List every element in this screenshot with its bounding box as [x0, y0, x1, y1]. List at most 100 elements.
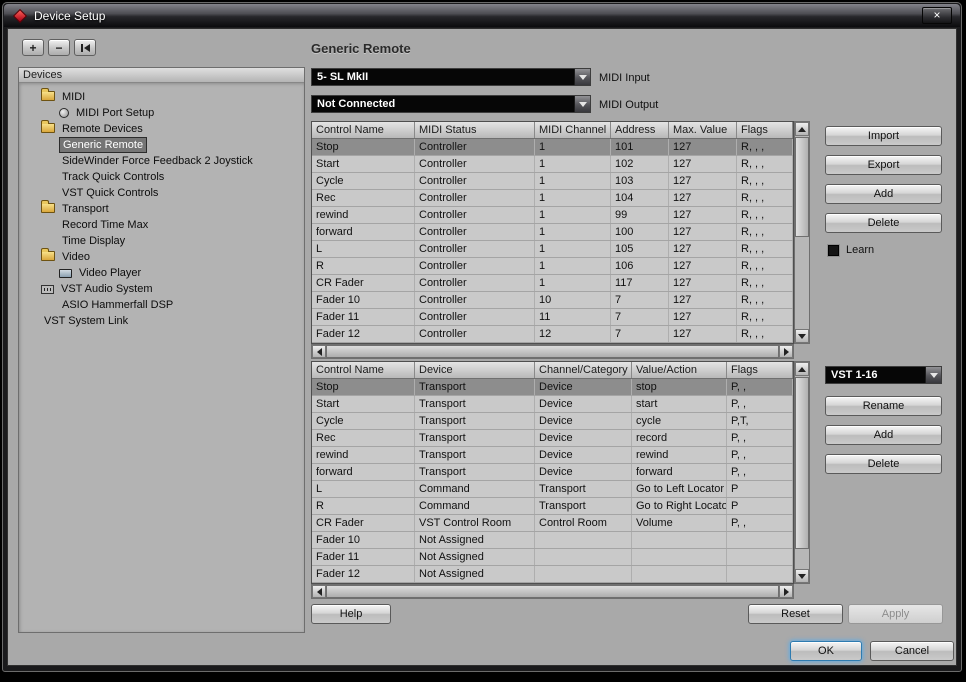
midi-output-select[interactable]: Not Connected — [311, 95, 591, 113]
chevron-down-icon[interactable] — [574, 96, 590, 112]
reset-button[interactable]: Reset — [748, 604, 843, 624]
lower-table-header: Control Name Device Channel/Category Value/… — [312, 362, 793, 379]
close-button[interactable]: × — [922, 7, 952, 24]
table-cell: Stop — [312, 379, 415, 395]
scroll-thumb[interactable] — [795, 137, 809, 237]
tree-item-track-quick-controls[interactable]: Track Quick Controls — [19, 169, 304, 185]
table-row[interactable]: L Command Transport Go to Left Locator P — [312, 481, 793, 498]
table-cell: Transport — [415, 413, 535, 429]
table-row[interactable]: Fader 12 Controller 12 7 127 R, , , — [312, 326, 793, 343]
delete-button-lower[interactable]: Delete — [825, 454, 942, 474]
tree-item-sidewinder-force-feedback-2-joystick[interactable]: SideWinder Force Feedback 2 Joystick — [19, 153, 304, 169]
table-row[interactable]: Stop Controller 1 101 127 R, , , — [312, 139, 793, 156]
reset-to-start-button[interactable] — [74, 39, 96, 56]
table-cell: R, , , — [737, 275, 793, 291]
delete-button-upper[interactable]: Delete — [825, 213, 942, 233]
tree-item-video-player[interactable]: Video Player — [19, 265, 304, 281]
tree-item-remote-devices[interactable]: Remote Devices — [19, 120, 304, 137]
scroll-right-button[interactable] — [779, 345, 793, 358]
tree-item-asio-hammerfall-dsp[interactable]: ASIO Hammerfall DSP — [19, 297, 304, 313]
scroll-down-button[interactable] — [795, 569, 809, 583]
tree-item-video[interactable]: Video — [19, 248, 304, 265]
tree-item-transport[interactable]: Transport — [19, 200, 304, 217]
add-device-button[interactable]: + — [22, 39, 44, 56]
table-cell: Fader 10 — [312, 292, 415, 308]
scroll-down-button[interactable] — [795, 329, 809, 343]
table-cell: start — [632, 396, 727, 412]
scroll-up-button[interactable] — [795, 122, 809, 136]
learn-checkbox[interactable] — [828, 244, 839, 256]
table-row[interactable]: Fader 10 Not Assigned — [312, 532, 793, 549]
scroll-up-button[interactable] — [795, 362, 809, 376]
upper-table-hscrollbar[interactable] — [311, 344, 794, 359]
tree-item-midi-port-setup[interactable]: MIDI Port Setup — [19, 105, 304, 121]
window-title: Device Setup — [34, 8, 106, 23]
table-row[interactable]: forward Controller 1 100 127 R, , , — [312, 224, 793, 241]
table-row[interactable]: Fader 10 Controller 10 7 127 R, , , — [312, 292, 793, 309]
table-cell: Controller — [415, 207, 535, 223]
chevron-down-icon[interactable] — [925, 367, 941, 383]
table-row[interactable]: Start Controller 1 102 127 R, , , — [312, 156, 793, 173]
column-header: Max. Value — [669, 122, 737, 138]
table-row[interactable]: CR Fader VST Control Room Control Room Volu… — [312, 515, 793, 532]
tree-item-vst-audio-system[interactable]: VST Audio System — [19, 281, 304, 297]
lower-table-hscrollbar[interactable] — [311, 584, 794, 599]
tree-item-record-time-max[interactable]: Record Time Max — [19, 217, 304, 233]
scroll-right-button[interactable] — [779, 585, 793, 598]
table-row[interactable]: R Controller 1 106 127 R, , , — [312, 258, 793, 275]
ok-button[interactable]: OK — [790, 641, 862, 661]
dialog-content: + − Devices MIDI MIDI Port Setup Remote De… — [7, 28, 957, 666]
table-row[interactable]: Fader 12 Not Assigned — [312, 566, 793, 583]
tree-item-time-display[interactable]: Time Display — [19, 233, 304, 249]
table-cell: 100 — [611, 224, 669, 240]
table-row[interactable]: Cycle Controller 1 103 127 R, , , — [312, 173, 793, 190]
titlebar[interactable]: Device Setup × — [4, 4, 960, 27]
devices-tree[interactable]: MIDI MIDI Port Setup Remote Devices Generic… — [19, 83, 304, 632]
assignment-table: Control Name Device Channel/Category Value/… — [311, 361, 794, 584]
rename-button[interactable]: Rename — [825, 396, 942, 416]
table-row[interactable]: Fader 11 Not Assigned — [312, 549, 793, 566]
tree-item-vst-quick-controls[interactable]: VST Quick Controls — [19, 185, 304, 201]
table-row[interactable]: rewind Controller 1 99 127 R, , , — [312, 207, 793, 224]
remove-device-button[interactable]: − — [48, 39, 70, 56]
add-button-lower[interactable]: Add — [825, 425, 942, 445]
apply-button[interactable]: Apply — [848, 604, 943, 624]
tree-item-midi[interactable]: MIDI — [19, 88, 304, 105]
table-row[interactable]: forward Transport Device forward P, , — [312, 464, 793, 481]
table-row[interactable]: Start Transport Device start P, , — [312, 396, 793, 413]
table-row[interactable]: CR Fader Controller 1 117 127 R, , , — [312, 275, 793, 292]
table-row[interactable]: Rec Controller 1 104 127 R, , , — [312, 190, 793, 207]
cancel-button[interactable]: Cancel — [870, 641, 954, 661]
table-row[interactable]: Rec Transport Device record P, , — [312, 430, 793, 447]
table-row[interactable]: Fader 11 Controller 11 7 127 R, , , — [312, 309, 793, 326]
export-button[interactable]: Export — [825, 155, 942, 175]
table-cell: Not Assigned — [415, 566, 535, 582]
table-row[interactable]: Stop Transport Device stop P, , — [312, 379, 793, 396]
scroll-thumb[interactable] — [326, 345, 779, 358]
table-row[interactable]: rewind Transport Device rewind P, , — [312, 447, 793, 464]
scroll-thumb[interactable] — [326, 585, 779, 598]
table-row[interactable]: R Command Transport Go to Right Locator P — [312, 498, 793, 515]
table-cell: Device — [535, 396, 632, 412]
upper-table-vscrollbar[interactable] — [794, 121, 810, 344]
add-button-upper[interactable]: Add — [825, 184, 942, 204]
table-row[interactable]: Cycle Transport Device cycle P,T, — [312, 413, 793, 430]
bank-select[interactable]: VST 1-16 — [825, 366, 942, 384]
import-button[interactable]: Import — [825, 126, 942, 146]
tree-item-generic-remote[interactable]: Generic Remote — [19, 137, 304, 153]
chevron-down-icon[interactable] — [574, 69, 590, 85]
table-cell: 127 — [669, 156, 737, 172]
tree-item-label: Video — [62, 251, 90, 263]
table-cell: R, , , — [737, 258, 793, 274]
lower-table-vscrollbar[interactable] — [794, 361, 810, 584]
help-button[interactable]: Help — [311, 604, 391, 624]
tree-item-vst-system-link[interactable]: VST System Link — [19, 313, 304, 329]
column-header: Device — [415, 362, 535, 378]
table-row[interactable]: L Controller 1 105 127 R, , , — [312, 241, 793, 258]
scroll-left-button[interactable] — [312, 345, 326, 358]
scroll-thumb[interactable] — [795, 377, 809, 549]
table-cell: Device — [535, 413, 632, 429]
table-cell: Controller — [415, 139, 535, 155]
midi-input-select[interactable]: 5- SL MkII — [311, 68, 591, 86]
scroll-left-button[interactable] — [312, 585, 326, 598]
